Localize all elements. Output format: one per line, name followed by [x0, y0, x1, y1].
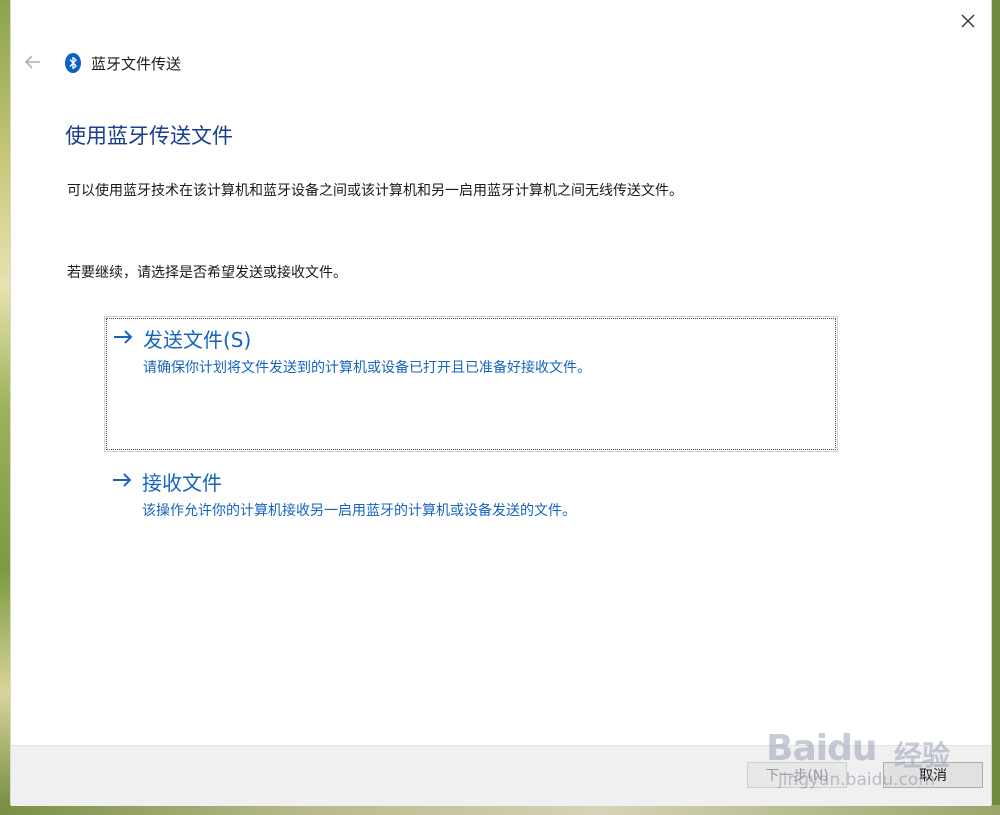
send-files-title: 发送文件(S) — [143, 328, 252, 352]
cancel-button[interactable]: 取消 — [883, 762, 983, 788]
receive-files-description: 该操作允许你的计算机接收另一启用蓝牙的计算机或设备发送的文件。 — [142, 503, 576, 519]
arrow-right-icon — [113, 473, 132, 487]
desktop-background-bottom — [0, 805, 1000, 815]
arrow-right-icon — [114, 330, 133, 344]
instruction-text: 若要继续，请选择是否希望发送或接收文件。 — [67, 265, 347, 281]
page-description: 可以使用蓝牙技术在该计算机和蓝牙设备之间或该计算机和另一启用蓝牙计算机之间无线传… — [67, 183, 683, 199]
back-button[interactable] — [21, 50, 45, 74]
next-button[interactable]: 下一步(N) — [747, 762, 847, 788]
send-files-description: 请确保你计划将文件发送到的计算机或设备已打开且已准备好接收文件。 — [143, 360, 591, 376]
close-icon — [961, 14, 975, 28]
receive-files-option[interactable]: 接收文件 该操作允许你的计算机接收另一启用蓝牙的计算机或设备发送的文件。 — [104, 460, 836, 530]
bluetooth-file-transfer-window: 蓝牙文件传送 使用蓝牙传送文件 可以使用蓝牙技术在该计算机和蓝牙设备之间或该计算… — [10, 0, 992, 806]
window-title: 蓝牙文件传送 — [91, 55, 182, 73]
close-button[interactable] — [953, 6, 983, 36]
receive-files-title: 接收文件 — [142, 471, 222, 495]
wizard-footer: 下一步(N) 取消 — [11, 745, 991, 806]
back-arrow-icon — [24, 55, 40, 69]
send-files-option[interactable]: 发送文件(S) 请确保你计划将文件发送到的计算机或设备已打开且已准备好接收文件。 — [104, 316, 838, 452]
bluetooth-icon — [65, 53, 81, 73]
page-title: 使用蓝牙传送文件 — [65, 124, 233, 148]
